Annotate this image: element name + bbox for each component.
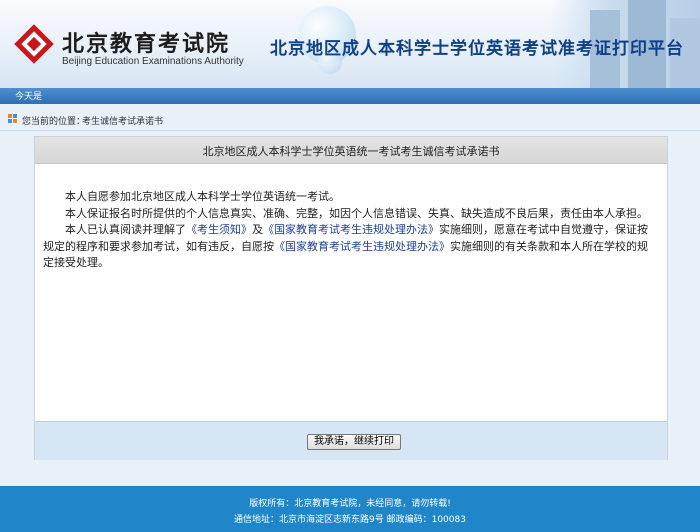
top-nav-bar: 今天是	[0, 88, 700, 104]
footer-copyright: 版权所有：北京教育考试院，未经同意，请勿转载!	[249, 499, 451, 509]
pledge-title: 北京地区成人本科学士学位英语统一考试考生诚信考试承诺书	[202, 145, 500, 158]
logo-english-name: Beijing Education Examinations Authority	[62, 56, 244, 67]
violation-rules-link[interactable]: 《国家教育考试考生违规处理办法》	[263, 223, 439, 236]
exam-notice-link[interactable]: 《考生须知》	[186, 223, 252, 236]
pledge-panel: 北京地区成人本科学士学位英语统一考试考生诚信考试承诺书 本人自愿参加北京地区成人…	[34, 136, 668, 460]
pledge-text-segment: 及	[252, 223, 263, 236]
bjeea-logo-icon	[14, 24, 54, 64]
site-header: 北京教育考试院 Beijing Education Examinations A…	[0, 0, 700, 88]
today-label: 今天是	[15, 92, 43, 102]
violation-rules-link-2[interactable]: 《国家教育考试考生违规处理办法》	[274, 240, 450, 253]
site-footer: 版权所有：北京教育考试院，未经同意，请勿转载! 通信地址：北京市海淀区志新东路9…	[0, 486, 700, 532]
pledge-text-segment: 本人已认真阅读并理解了	[65, 223, 186, 236]
location-icon	[8, 114, 17, 123]
footer-address: 通信地址：北京市海淀区志新东路9号 邮政编码：100083	[234, 515, 466, 525]
breadcrumb-label: 您当前的位置：	[22, 117, 86, 127]
pledge-paragraph: 本人保证报名时所提供的个人信息真实、准确、完整，如因个人信息错误、失真、缺失造成…	[65, 206, 648, 220]
pledge-paragraph: 本人自愿参加北京地区成人本科学士学位英语统一考试。	[65, 190, 340, 203]
pledge-text: 本人自愿参加北京地区成人本科学士学位英语统一考试。 本人保证报名时所提供的个人信…	[43, 189, 653, 272]
panel-header: 北京地区成人本科学士学位英语统一考试考生诚信考试承诺书	[35, 137, 667, 164]
divider	[0, 130, 700, 131]
breadcrumb: 您当前的位置： 考生诚信考试承诺书	[0, 110, 700, 128]
platform-title: 北京地区成人本科学士学位英语考试准考证打印平台	[270, 39, 684, 59]
panel-footer: 我承诺，继续打印	[35, 421, 667, 460]
breadcrumb-current: 考生诚信考试承诺书	[82, 117, 164, 127]
pledge-paragraph: 本人已认真阅读并理解了《考生须知》及《国家教育考试考生违规处理办法》实施细则，愿…	[43, 222, 653, 272]
logo-chinese-name: 北京教育考试院	[62, 31, 231, 57]
promise-continue-print-button[interactable]: 我承诺，继续打印	[307, 434, 401, 450]
